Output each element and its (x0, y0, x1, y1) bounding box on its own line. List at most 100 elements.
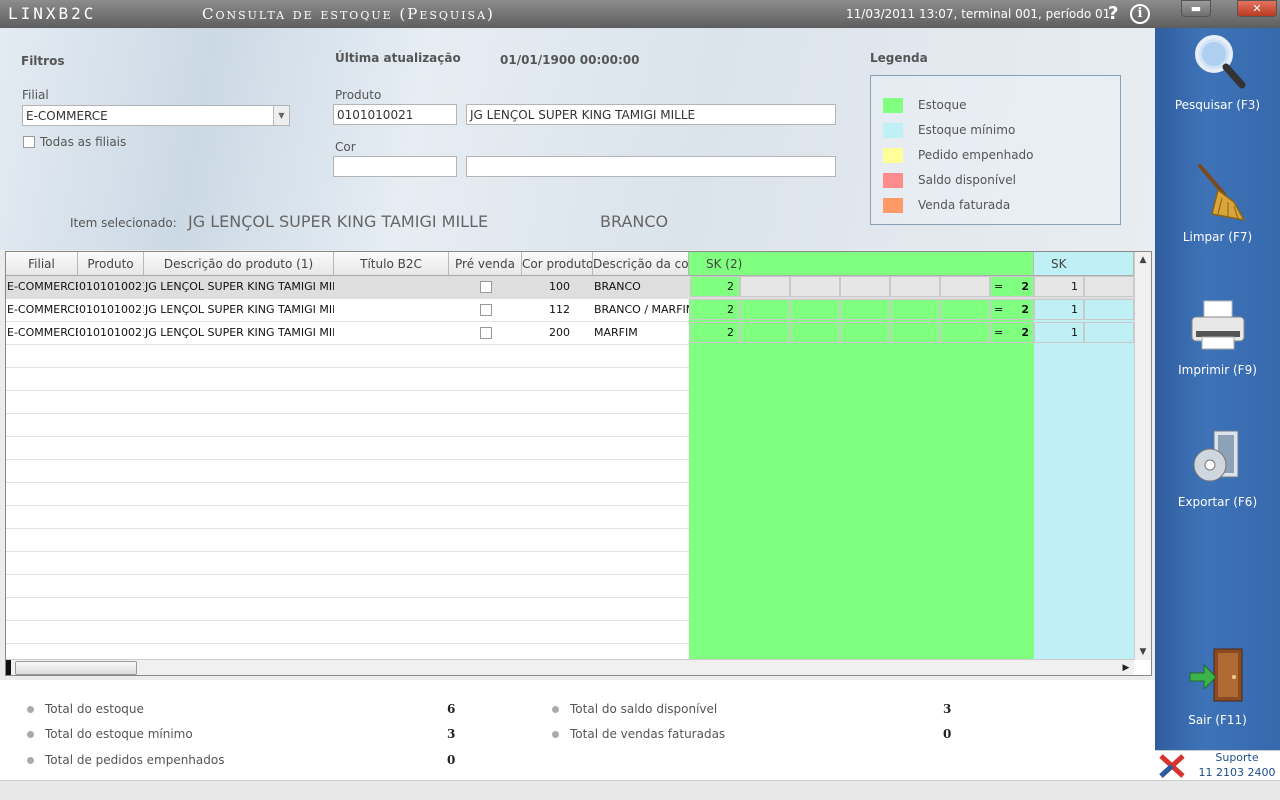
cell-sk-empty[interactable] (1084, 276, 1134, 297)
scroll-up-icon[interactable]: ▲ (1135, 252, 1151, 268)
todas-filiais-checkbox[interactable] (23, 136, 35, 148)
pre-venda-checkbox[interactable] (480, 327, 492, 339)
chevron-down-icon[interactable]: ▼ (273, 106, 289, 125)
table-row[interactable]: E-COMMERCE 0101010021 JG LENÇOL SUPER KI… (6, 276, 1134, 299)
cell-sk-value[interactable]: 1 (1034, 322, 1084, 343)
col-header-cor-produto[interactable]: Cor produto (522, 252, 593, 276)
cell-sk2-empty[interactable] (840, 322, 890, 343)
produto-code-input[interactable]: 0101010021 (333, 104, 457, 125)
session-status: 11/03/2011 13:07, terminal 001, período … (846, 7, 1115, 21)
cell-sk2-empty[interactable] (790, 322, 840, 343)
cell-sk2-value[interactable]: 2 (690, 299, 740, 320)
equals-sign: = (994, 280, 1004, 293)
cell-sk2-empty[interactable] (940, 299, 990, 320)
close-button[interactable]: ✕ (1237, 0, 1277, 17)
totals-panel: Total do estoque 6 Total do estoque míni… (0, 680, 1155, 780)
item-selecionado-value: JG LENÇOL SUPER KING TAMIGI MILLE (188, 212, 489, 231)
cell-sk2-total[interactable]: = 2 (990, 322, 1034, 343)
cell-titulo (334, 322, 449, 345)
cell-sk2-empty[interactable] (940, 322, 990, 343)
limpar-button[interactable]: Limpar (F7) (1155, 162, 1280, 272)
cor-label: Cor (335, 140, 356, 154)
cell-sk-empty[interactable] (1084, 299, 1134, 320)
cell-sk2-empty[interactable] (740, 276, 790, 297)
table-row[interactable]: E-COMMERCE 0101010021 JG LENÇOL SUPER KI… (6, 322, 1134, 345)
scroll-thumb[interactable] (15, 661, 137, 675)
cell-cor-produto: 100 (549, 280, 570, 293)
cell-sk2-empty[interactable] (890, 299, 940, 320)
cell-sk2-empty[interactable] (840, 276, 890, 297)
info-icon[interactable]: i (1130, 4, 1150, 24)
scroll-right-icon[interactable]: ▶ (1118, 660, 1134, 675)
col-header-descricao-cor[interactable]: Descrição da cor (593, 252, 689, 276)
cell-sk2-total[interactable]: = 2 (990, 276, 1034, 297)
col-header-sk2[interactable]: SK (2) (689, 252, 1034, 276)
col-header-titulo[interactable]: Título B2C (334, 252, 449, 276)
cell-descricao: JG LENÇOL SUPER KING TAMIGI MILLE (145, 326, 334, 339)
legend-box: Estoque Estoque mínimo Pedido empenhado … (870, 75, 1121, 225)
cell-sk-value[interactable]: 1 (1034, 299, 1084, 320)
cell-cor-produto: 112 (549, 303, 570, 316)
col-header-descricao[interactable]: Descrição do produto (1) (144, 252, 334, 276)
cell-sk2-empty[interactable] (790, 276, 840, 297)
grid-line (6, 597, 689, 598)
grid-line (6, 482, 689, 483)
filter-panel: Filtros Filial E-COMMERCE ▼ Todas as fil… (0, 28, 1155, 250)
pesquisar-button[interactable]: Pesquisar (F3) (1155, 30, 1280, 140)
linx-logo-icon (1159, 754, 1185, 778)
grid-line (6, 574, 689, 575)
cell-sk2-value[interactable]: 2 (690, 276, 740, 297)
col-header-filial[interactable]: Filial (6, 252, 78, 276)
sair-button[interactable]: Sair (F11) (1155, 645, 1280, 755)
cell-sk2-empty[interactable] (840, 299, 890, 320)
cell-descricao-cor: MARFIM (594, 326, 638, 339)
cell-sk2-empty[interactable] (890, 322, 940, 343)
bullet-icon (27, 757, 34, 764)
cor-desc-input[interactable] (466, 156, 836, 177)
cell-produto: 0101010021 (79, 280, 144, 293)
cor-code-input[interactable] (333, 156, 457, 177)
imprimir-button[interactable]: Imprimir (F9) (1155, 295, 1280, 405)
col-header-produto[interactable]: Produto (78, 252, 144, 276)
support-info: Suporte 11 2103 2400 (1155, 750, 1280, 780)
pre-venda-checkbox[interactable] (480, 281, 492, 293)
cell-sk2-empty[interactable] (740, 299, 790, 320)
legend-swatch (883, 98, 903, 113)
pre-venda-checkbox[interactable] (480, 304, 492, 316)
grid-line (6, 528, 689, 529)
minimize-button[interactable]: ▬ (1181, 0, 1211, 17)
cell-titulo (334, 299, 449, 322)
help-icon[interactable]: ? (1108, 3, 1118, 24)
cell-sk2-empty[interactable] (940, 276, 990, 297)
exportar-button[interactable]: Exportar (F6) (1155, 427, 1280, 537)
cell-sk-value[interactable]: 1 (1034, 276, 1084, 297)
total-value: 2 (1021, 280, 1029, 293)
legend-swatch (883, 148, 903, 163)
total-value: 2 (1021, 303, 1029, 316)
filial-combo[interactable]: E-COMMERCE ▼ (22, 105, 290, 126)
cell-sk-empty[interactable] (1084, 322, 1134, 343)
col-header-pre-venda[interactable]: Pré venda (449, 252, 522, 276)
cell-sk2-value[interactable]: 2 (690, 322, 740, 343)
table-row[interactable]: E-COMMERCE 0101010021 JG LENÇOL SUPER KI… (6, 299, 1134, 322)
cell-pre-venda (449, 322, 522, 345)
vertical-scrollbar[interactable]: ▲ ▼ (1134, 252, 1151, 660)
cell-sk2-empty[interactable] (740, 322, 790, 343)
export-disc-icon (1193, 430, 1239, 482)
cell-sk2-empty[interactable] (890, 276, 940, 297)
cell-filial: E-COMMERCE (7, 326, 78, 339)
cell-descricao-cor: BRANCO / MARFIM (594, 303, 689, 316)
status-bar (0, 780, 1280, 800)
horizontal-scrollbar[interactable]: ◀ ▶ (6, 659, 1134, 675)
cell-sk2-total[interactable]: = 2 (990, 299, 1034, 320)
produto-label: Produto (335, 88, 382, 102)
todas-filiais-label: Todas as filiais (40, 135, 127, 149)
item-selecionado-label: Item selecionado: (70, 216, 177, 230)
cell-descricao-cor: BRANCO (594, 280, 641, 293)
col-header-sk[interactable]: SK (1034, 252, 1134, 276)
cell-filial: E-COMMERCE (7, 303, 78, 316)
produto-desc-input[interactable]: JG LENÇOL SUPER KING TAMIGI MILLE (466, 104, 836, 125)
cell-sk2-empty[interactable] (790, 299, 840, 320)
grid-line (6, 390, 689, 391)
scroll-down-icon[interactable]: ▼ (1135, 644, 1151, 660)
